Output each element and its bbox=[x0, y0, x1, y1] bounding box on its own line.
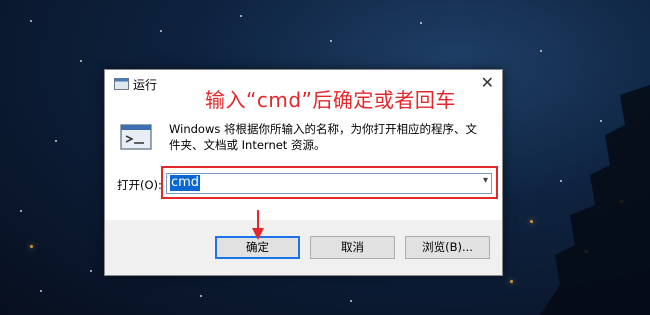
open-label: 打开(O): bbox=[117, 178, 162, 192]
dialog-description: Windows 将根据你所输入的名称，为你打开相应的程序、文件夹、文档或 Int… bbox=[169, 122, 477, 152]
run-app-icon bbox=[114, 78, 129, 90]
instruction-annotation: 输入“cmd”后确定或者回车 bbox=[205, 88, 456, 112]
close-icon[interactable]: ✕ bbox=[481, 73, 494, 92]
chevron-down-icon[interactable]: ▾ bbox=[483, 175, 488, 186]
tree-silhouette bbox=[540, 85, 650, 315]
button-footer: 确定 取消 浏览(B)... bbox=[105, 220, 502, 275]
down-arrow-icon bbox=[252, 210, 264, 240]
command-input-value[interactable]: cmd bbox=[170, 175, 201, 191]
browse-button[interactable]: 浏览(B)... bbox=[405, 236, 490, 259]
cancel-button[interactable]: 取消 bbox=[310, 236, 395, 259]
command-input[interactable]: cmd ▾ bbox=[166, 173, 492, 194]
run-dialog: 运行 ✕ 输入“cmd”后确定或者回车 Windows 将根据你所输入的名称，为… bbox=[104, 69, 503, 276]
dialog-title: 运行 bbox=[133, 78, 158, 92]
run-program-icon bbox=[120, 124, 152, 150]
